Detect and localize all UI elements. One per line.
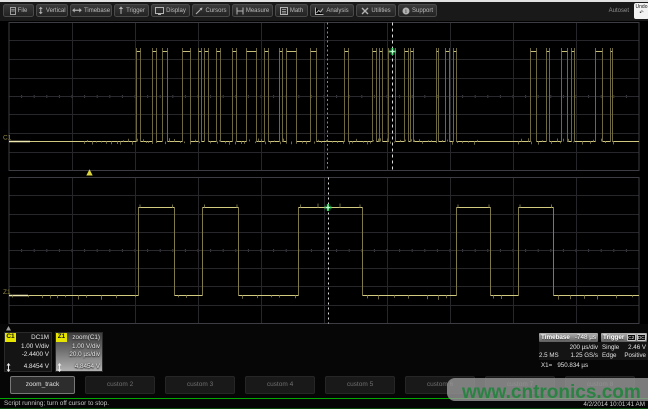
- svg-text:C1: C1: [3, 135, 12, 142]
- svg-text:Z1: Z1: [3, 289, 11, 296]
